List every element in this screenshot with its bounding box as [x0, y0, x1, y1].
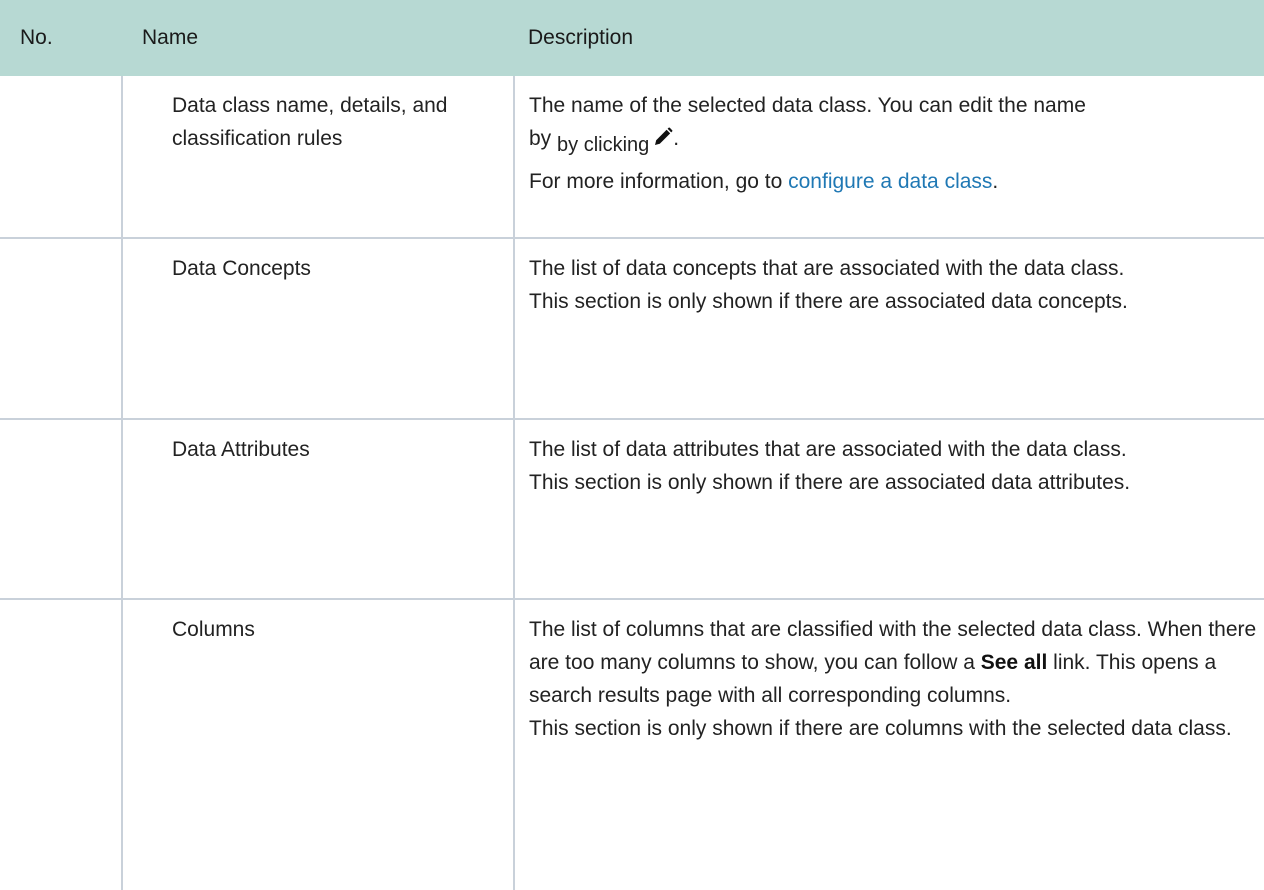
table-row: Data Attributes The list of data attribu… [0, 419, 1264, 600]
row-number [0, 76, 123, 239]
description-text: For more information, go to [529, 170, 783, 193]
description-text: The list of data concepts that are assoc… [529, 257, 1125, 280]
row-name: Columns [122, 599, 515, 890]
row-number [0, 599, 123, 890]
description-text: This section is only shown if there are … [529, 717, 1232, 740]
description-table: No. Name Description Data class name, de… [0, 0, 1264, 890]
table-row: Data Concepts The list of data concepts … [0, 238, 1264, 420]
description-edit-line: by by clicking. [529, 122, 1258, 157]
table-row: Columns The list of columns that are cla… [0, 599, 1264, 890]
description-text: This section is only shown if there are … [529, 290, 1128, 313]
header-name: Name [122, 0, 514, 76]
row-name: Data Concepts [122, 238, 515, 420]
row-name: Data Attributes [122, 419, 515, 600]
description-more-info: For more information, go to configure a … [529, 165, 1258, 198]
description-paragraph: The list of columns that are classified … [529, 613, 1258, 712]
table-row: Data class name, details, and classifica… [0, 76, 1264, 239]
row-description: The list of columns that are classified … [514, 599, 1264, 890]
description-text: . [673, 127, 680, 150]
description-text: The name of the selected data class. You… [529, 94, 1086, 117]
row-description: The name of the selected data class. You… [514, 76, 1264, 239]
see-all-label: See all [980, 651, 1048, 674]
row-name: Data class name, details, and classifica… [122, 76, 515, 239]
row-description: The list of data attributes that are ass… [514, 419, 1264, 600]
row-description: The list of data concepts that are assoc… [514, 238, 1264, 420]
description-text: The list of data attributes that are ass… [529, 438, 1127, 461]
table-header-row: No. Name Description [0, 0, 1264, 76]
description-text: by [529, 127, 552, 150]
description-text: This section is only shown if there are … [529, 471, 1131, 494]
header-description: Description [514, 0, 1264, 76]
header-no: No. [0, 0, 122, 76]
pencil-icon[interactable] [653, 124, 673, 157]
description-text: by clicking [557, 134, 650, 156]
row-number [0, 238, 123, 420]
configure-data-class-link[interactable]: configure a data class [788, 170, 992, 193]
description-text: . [992, 170, 999, 193]
row-number [0, 419, 123, 600]
